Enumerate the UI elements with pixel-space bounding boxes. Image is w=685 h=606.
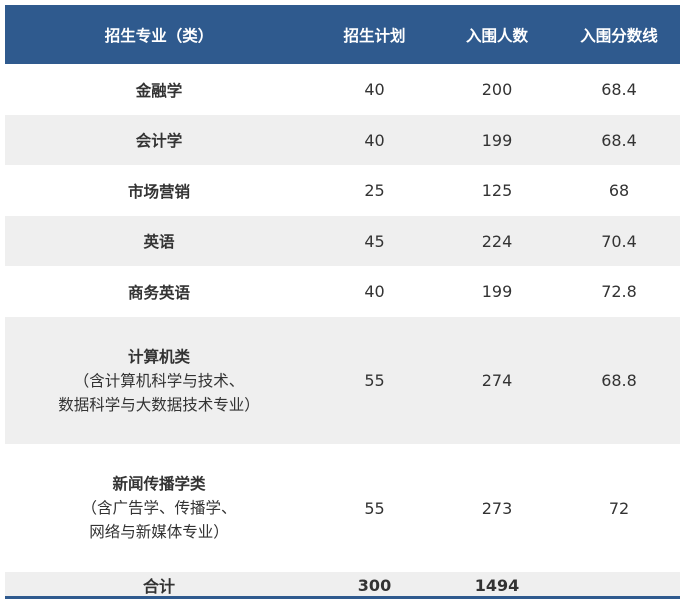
major-cell: 新闻传播学类 （含广告学、传播学、 网络与新媒体专业） [5,444,313,572]
cutoff-value: 72 [558,444,680,572]
major-name: 计算机类 [127,347,190,366]
major-name: 金融学 [5,64,313,115]
total-label: 合计 [5,572,313,598]
cutoff-value: 68.4 [558,64,680,115]
major-cell: 计算机类 （含计算机科学与技术、 数据科学与大数据技术专业） [5,317,313,444]
plan-value: 40 [313,266,436,317]
major-name: 新闻传播学类 [112,475,206,493]
admitted-value: 125 [436,165,558,216]
plan-value: 55 [313,444,436,572]
plan-value: 40 [313,115,436,165]
admitted-value: 274 [436,317,558,444]
cutoff-value: 68 [558,165,680,216]
admitted-value: 199 [436,115,558,165]
admission-table: 招生专业（类） 招生计划 入围人数 入围分数线 金融学 40 200 68.4 … [5,5,680,598]
plan-value: 55 [313,317,436,444]
cutoff-value: 68.4 [558,115,680,165]
major-multiline: 计算机类 （含计算机科学与技术、 数据科学与大数据技术专业） [58,345,260,417]
major-note-line-2: 网络与新媒体专业） [89,523,229,541]
total-admitted: 1494 [436,572,558,598]
plan-value: 45 [313,216,436,266]
major-name: 商务英语 [5,266,313,317]
admission-table-page: 招生专业（类） 招生计划 入围人数 入围分数线 金融学 40 200 68.4 … [0,0,685,606]
admitted-value: 224 [436,216,558,266]
table-bottom-rule [5,596,680,599]
total-plan: 300 [313,572,436,598]
major-note-line-2: 数据科学与大数据技术专业） [58,395,260,414]
admitted-value: 199 [436,266,558,317]
major-name: 会计学 [5,115,313,165]
major-multiline: 新闻传播学类 （含广告学、传播学、 网络与新媒体专业） [81,472,236,544]
cutoff-value: 72.8 [558,266,680,317]
header-cutoff: 入围分数线 [558,5,680,64]
major-note-line-1: （含计算机科学与技术、 [73,371,245,390]
plan-value: 40 [313,64,436,115]
total-cutoff [558,572,680,598]
major-name: 市场营销 [5,165,313,216]
header-admitted: 入围人数 [436,5,558,64]
admitted-value: 273 [436,444,558,572]
major-name: 英语 [5,216,313,266]
header-major: 招生专业（类） [5,5,313,64]
major-note-line-1: （含广告学、传播学、 [81,499,237,517]
cutoff-value: 68.8 [558,317,680,444]
cutoff-value: 70.4 [558,216,680,266]
header-plan: 招生计划 [313,5,436,64]
plan-value: 25 [313,165,436,216]
admitted-value: 200 [436,64,558,115]
